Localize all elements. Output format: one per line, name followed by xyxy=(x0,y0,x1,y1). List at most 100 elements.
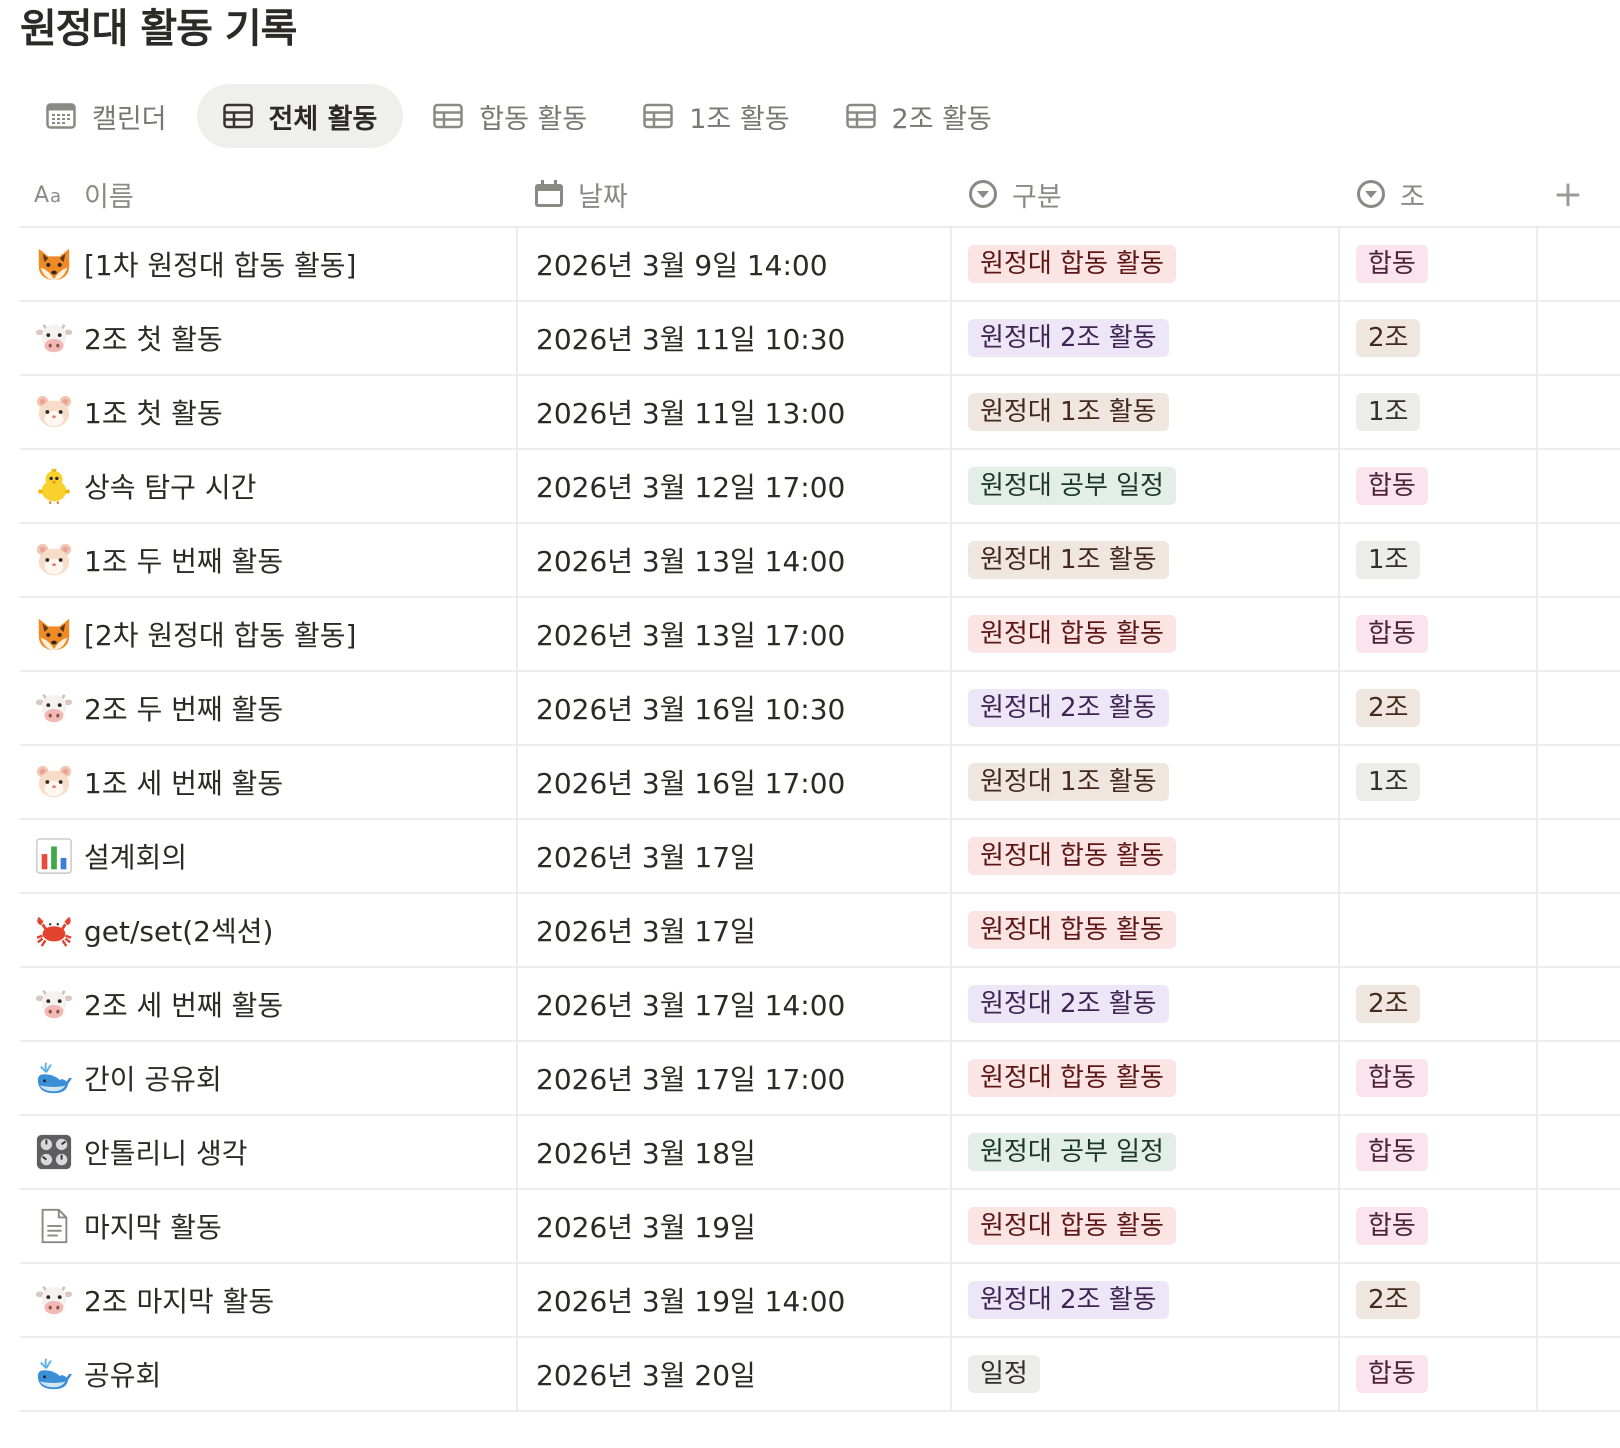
view-tab-3[interactable]: 합동 활동 xyxy=(407,84,613,148)
name-cell[interactable]: 설계회의 xyxy=(20,820,518,892)
date-cell[interactable]: 2026년 3월 20일 xyxy=(518,1338,952,1410)
date-cell[interactable]: 2026년 3월 11일 10:30 xyxy=(518,302,952,374)
date-cell[interactable]: 2026년 3월 11일 13:00 xyxy=(518,376,952,448)
group-cell[interactable] xyxy=(1340,820,1538,892)
group-cell[interactable]: 합동 xyxy=(1340,1338,1538,1410)
calendar-icon xyxy=(46,103,76,129)
table-row[interactable]: 2조 세 번째 활동 2026년 3월 17일 14:00 원정대 2조 활동 2조 xyxy=(20,968,1620,1042)
category-cell[interactable]: 원정대 1조 활동 xyxy=(952,746,1340,818)
group-cell[interactable] xyxy=(1340,894,1538,966)
name-cell[interactable]: 1조 두 번째 활동 xyxy=(20,524,518,596)
category-cell[interactable]: 원정대 1조 활동 xyxy=(952,376,1340,448)
category-cell[interactable]: 원정대 합동 활동 xyxy=(952,1042,1340,1114)
category-cell[interactable]: 원정대 1조 활동 xyxy=(952,524,1340,596)
group-cell[interactable]: 2조 xyxy=(1340,968,1538,1040)
date-cell[interactable]: 2026년 3월 18일 xyxy=(518,1116,952,1188)
group-cell[interactable]: 합동 xyxy=(1340,1190,1538,1262)
view-tab-4[interactable]: 1조 활동 xyxy=(617,84,815,148)
group-cell[interactable]: 2조 xyxy=(1340,302,1538,374)
date-cell[interactable]: 2026년 3월 19일 xyxy=(518,1190,952,1262)
category-cell[interactable]: 원정대 2조 활동 xyxy=(952,302,1340,374)
row-name: 1조 첫 활동 xyxy=(84,397,223,430)
group-tag: 1조 xyxy=(1356,393,1421,431)
table-row[interactable]: 2조 첫 활동 2026년 3월 11일 10:30 원정대 2조 활동 2조 xyxy=(20,302,1620,376)
category-cell[interactable]: 원정대 합동 활동 xyxy=(952,598,1340,670)
group-cell[interactable]: 1조 xyxy=(1340,524,1538,596)
name-cell[interactable]: 2조 첫 활동 xyxy=(20,302,518,374)
date-cell[interactable]: 2026년 3월 9일 14:00 xyxy=(518,228,952,300)
column-header-date[interactable]: 날짜 xyxy=(518,175,952,214)
group-cell[interactable]: 합동 xyxy=(1340,598,1538,670)
table-row[interactable]: [1차 원정대 합동 활동] 2026년 3월 9일 14:00 원정대 합동 활동… xyxy=(20,228,1620,302)
row-date: 2026년 3월 17일 xyxy=(536,915,756,948)
name-cell[interactable]: 2조 세 번째 활동 xyxy=(20,968,518,1040)
category-cell[interactable]: 원정대 공부 일정 xyxy=(952,450,1340,522)
date-cell[interactable]: 2026년 3월 16일 17:00 xyxy=(518,746,952,818)
view-tab-5[interactable]: 2조 활동 xyxy=(820,84,1018,148)
table-row[interactable]: 2조 두 번째 활동 2026년 3월 16일 10:30 원정대 2조 활동 2조 xyxy=(20,672,1620,746)
date-cell[interactable]: 2026년 3월 12일 17:00 xyxy=(518,450,952,522)
category-cell[interactable]: 원정대 합동 활동 xyxy=(952,228,1340,300)
date-cell[interactable]: 2026년 3월 17일 xyxy=(518,894,952,966)
group-cell[interactable]: 1조 xyxy=(1340,376,1538,448)
name-cell[interactable]: 상속 탐구 시간 xyxy=(20,450,518,522)
column-header-group[interactable]: 조 xyxy=(1340,175,1538,214)
category-cell[interactable]: 원정대 합동 활동 xyxy=(952,1190,1340,1262)
category-tag: 원정대 공부 일정 xyxy=(968,1133,1176,1171)
row-date: 2026년 3월 13일 14:00 xyxy=(536,545,846,578)
column-header-name[interactable]: Aa 이름 xyxy=(20,175,518,214)
table-row[interactable]: 안톨리니 생각 2026년 3월 18일 원정대 공부 일정 합동 xyxy=(20,1116,1620,1190)
category-cell[interactable]: 원정대 2조 활동 xyxy=(952,1264,1340,1336)
name-cell[interactable]: 공유회 xyxy=(20,1338,518,1410)
group-cell[interactable]: 2조 xyxy=(1340,1264,1538,1336)
group-cell[interactable]: 합동 xyxy=(1340,228,1538,300)
group-cell[interactable]: 합동 xyxy=(1340,1116,1538,1188)
table-row[interactable]: 공유회 2026년 3월 20일 일정 합동 xyxy=(20,1338,1620,1412)
name-cell[interactable]: get/set(2섹션) xyxy=(20,894,518,966)
table-row[interactable]: [2차 원정대 합동 활동] 2026년 3월 13일 17:00 원정대 합동 활… xyxy=(20,598,1620,672)
date-cell[interactable]: 2026년 3월 19일 14:00 xyxy=(518,1264,952,1336)
category-cell[interactable]: 원정대 합동 활동 xyxy=(952,820,1340,892)
table-row[interactable]: 2조 마지막 활동 2026년 3월 19일 14:00 원정대 2조 활동 2조 xyxy=(20,1264,1620,1338)
table-icon xyxy=(222,103,253,129)
view-tab-1[interactable]: 캘린더 xyxy=(20,84,193,148)
date-cell[interactable]: 2026년 3월 17일 14:00 xyxy=(518,968,952,1040)
date-cell[interactable]: 2026년 3월 16일 10:30 xyxy=(518,672,952,744)
table-row[interactable]: 1조 첫 활동 2026년 3월 11일 13:00 원정대 1조 활동 1조 xyxy=(20,376,1620,450)
date-cell[interactable]: 2026년 3월 17일 17:00 xyxy=(518,1042,952,1114)
group-cell[interactable]: 1조 xyxy=(1340,746,1538,818)
category-cell[interactable]: 원정대 2조 활동 xyxy=(952,672,1340,744)
name-cell[interactable]: 1조 첫 활동 xyxy=(20,376,518,448)
column-header-category[interactable]: 구분 xyxy=(952,175,1340,214)
category-cell[interactable]: 일정 xyxy=(952,1338,1340,1410)
date-cell[interactable]: 2026년 3월 13일 14:00 xyxy=(518,524,952,596)
table-row[interactable]: 간이 공유회 2026년 3월 17일 17:00 원정대 합동 활동 합동 xyxy=(20,1042,1620,1116)
name-cell[interactable]: 2조 마지막 활동 xyxy=(20,1264,518,1336)
name-cell[interactable]: [2차 원정대 합동 활동] xyxy=(20,598,518,670)
table-row[interactable]: 마지막 활동 2026년 3월 19일 원정대 합동 활동 합동 xyxy=(20,1190,1620,1264)
category-cell[interactable]: 원정대 공부 일정 xyxy=(952,1116,1340,1188)
table-row[interactable]: 1조 세 번째 활동 2026년 3월 16일 17:00 원정대 1조 활동 1조 xyxy=(20,746,1620,820)
table-row[interactable]: 1조 두 번째 활동 2026년 3월 13일 14:00 원정대 1조 활동 1조 xyxy=(20,524,1620,598)
name-cell[interactable]: 간이 공유회 xyxy=(20,1042,518,1114)
name-cell[interactable]: [1차 원정대 합동 활동] xyxy=(20,228,518,300)
view-tab-2[interactable]: 전체 활동 xyxy=(196,84,404,148)
category-cell[interactable]: 원정대 합동 활동 xyxy=(952,894,1340,966)
date-cell[interactable]: 2026년 3월 13일 17:00 xyxy=(518,598,952,670)
name-cell[interactable]: 1조 세 번째 활동 xyxy=(20,746,518,818)
group-cell[interactable]: 2조 xyxy=(1340,672,1538,744)
empty-cell xyxy=(1538,1116,1598,1188)
table-row[interactable]: get/set(2섹션) 2026년 3월 17일 원정대 합동 활동 xyxy=(20,894,1620,968)
group-tag: 1조 xyxy=(1356,541,1421,579)
table-row[interactable]: 상속 탐구 시간 2026년 3월 12일 17:00 원정대 공부 일정 합동 xyxy=(20,450,1620,524)
name-cell[interactable]: 안톨리니 생각 xyxy=(20,1116,518,1188)
category-cell[interactable]: 원정대 2조 활동 xyxy=(952,968,1340,1040)
group-cell[interactable]: 합동 xyxy=(1340,1042,1538,1114)
date-cell[interactable]: 2026년 3월 17일 xyxy=(518,820,952,892)
group-cell[interactable]: 합동 xyxy=(1340,450,1538,522)
row-date: 2026년 3월 16일 17:00 xyxy=(536,767,846,800)
table-row[interactable]: 설계회의 2026년 3월 17일 원정대 합동 활동 xyxy=(20,820,1620,894)
name-cell[interactable]: 2조 두 번째 활동 xyxy=(20,672,518,744)
add-property-button[interactable]: + xyxy=(1538,174,1598,215)
name-cell[interactable]: 마지막 활동 xyxy=(20,1190,518,1262)
